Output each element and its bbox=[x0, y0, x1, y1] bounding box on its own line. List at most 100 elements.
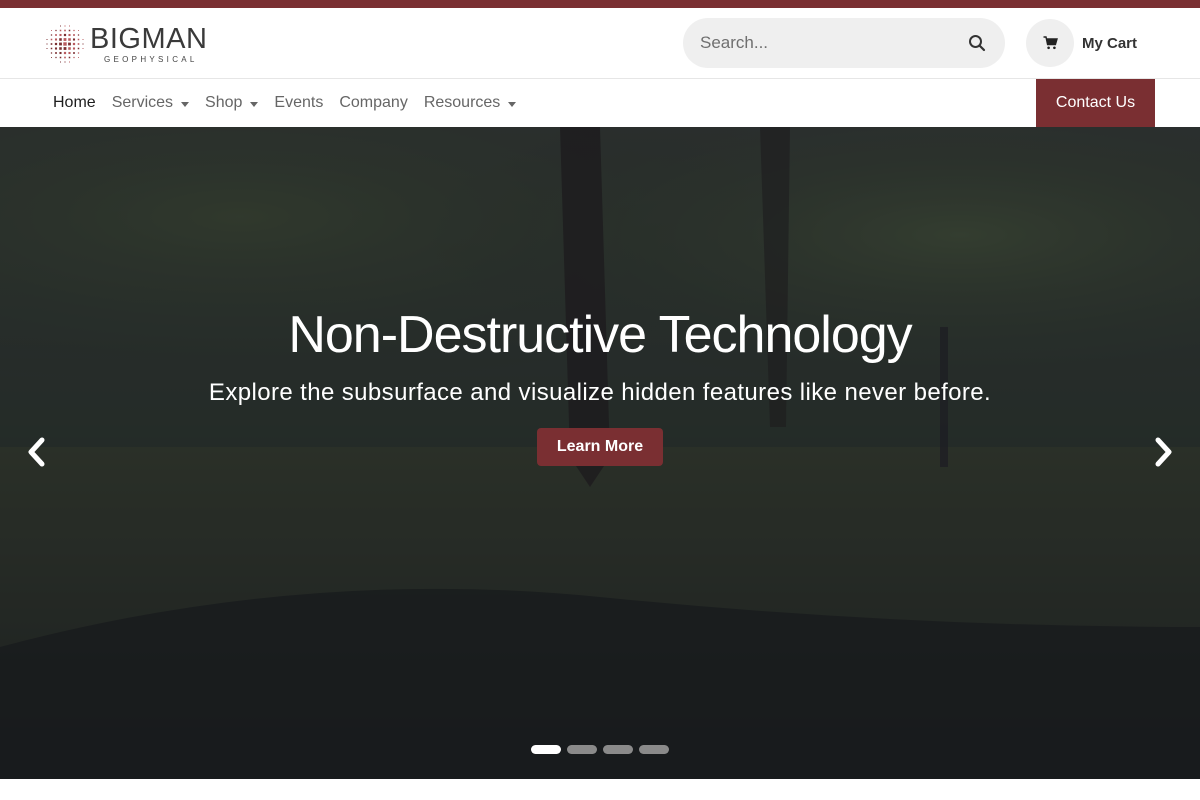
logo-dot bbox=[77, 52, 80, 54]
logo-dot bbox=[64, 61, 66, 63]
logo-dot bbox=[78, 57, 79, 58]
logo-dot bbox=[51, 30, 52, 31]
logo-dot bbox=[50, 38, 53, 41]
caret-down-icon bbox=[250, 101, 259, 107]
nav-item-resources[interactable]: Resources bbox=[416, 94, 524, 112]
logo-dot bbox=[55, 56, 57, 59]
logo-dot bbox=[68, 47, 71, 50]
contact-us-button[interactable]: Contact Us bbox=[1036, 79, 1155, 127]
hero-title: Non-Destructive Technology bbox=[288, 306, 912, 364]
carousel-indicator[interactable] bbox=[567, 745, 597, 754]
hero-carousel: Non-Destructive Technology Explore the s… bbox=[0, 127, 1200, 779]
logo-dot bbox=[68, 51, 71, 55]
logo-dot bbox=[77, 34, 80, 36]
carousel-prev-button[interactable] bbox=[22, 435, 52, 469]
chevron-right-icon bbox=[1155, 437, 1172, 467]
logo-dot bbox=[50, 52, 53, 54]
nav-item-events[interactable]: Events bbox=[266, 94, 331, 112]
nav-item-label: Resources bbox=[423, 94, 501, 111]
logo-dot bbox=[54, 47, 58, 50]
logo-dot bbox=[72, 47, 76, 50]
nav-item-services[interactable]: Services bbox=[104, 94, 197, 112]
logo-dot bbox=[63, 51, 67, 55]
dotted-globe-logo-icon bbox=[46, 25, 84, 63]
site-header: BIGMAN GEOPHYSICAL My Cart bbox=[0, 8, 1200, 79]
learn-more-button[interactable]: Learn More bbox=[537, 428, 663, 466]
logo-dot bbox=[63, 38, 67, 41]
nav-item-label: Company bbox=[339, 94, 408, 111]
caret-down-icon bbox=[181, 101, 190, 107]
search-input[interactable] bbox=[700, 33, 967, 53]
chevron-left-icon bbox=[28, 437, 45, 467]
logo-dot bbox=[63, 33, 67, 37]
logo-dot bbox=[55, 34, 57, 36]
logo[interactable]: BIGMAN GEOPHYSICAL bbox=[44, 22, 214, 66]
logo-dot bbox=[46, 48, 48, 49]
logo-text: BIGMAN GEOPHYSICAL bbox=[90, 22, 208, 64]
carousel-indicator[interactable] bbox=[531, 745, 561, 754]
main-navigation: Home Services Shop Events Company Resour… bbox=[0, 79, 1200, 127]
page-content-start bbox=[0, 779, 1200, 800]
logo-dot bbox=[73, 56, 75, 59]
logo-dot bbox=[68, 29, 71, 32]
logo-dot bbox=[50, 43, 53, 45]
logo-dot bbox=[68, 33, 71, 37]
logo-dot bbox=[72, 42, 76, 46]
logo-dot bbox=[59, 42, 62, 46]
logo-dot bbox=[54, 42, 58, 46]
logo-dot bbox=[77, 38, 80, 41]
carousel-indicator[interactable] bbox=[639, 745, 669, 754]
logo-dot bbox=[82, 43, 84, 45]
logo-dot bbox=[59, 47, 62, 50]
carousel-indicator[interactable] bbox=[603, 745, 633, 754]
search-icon[interactable] bbox=[967, 33, 987, 53]
nav-item-label: Events bbox=[274, 94, 324, 111]
nav-item-label: Shop bbox=[205, 94, 243, 111]
cart-link[interactable]: My Cart bbox=[1082, 35, 1137, 52]
logo-dot bbox=[60, 25, 61, 27]
logo-dot bbox=[77, 47, 80, 50]
nav-item-home[interactable]: Home bbox=[45, 94, 104, 112]
logo-dot bbox=[55, 29, 57, 32]
logo-dot bbox=[59, 56, 62, 59]
logo-dot bbox=[68, 56, 71, 59]
search-bar bbox=[683, 18, 1005, 68]
logo-dot bbox=[59, 33, 62, 37]
logo-dot bbox=[59, 38, 62, 41]
logo-dot bbox=[72, 38, 76, 41]
logo-dot bbox=[68, 38, 71, 41]
logo-dot bbox=[82, 48, 84, 49]
logo-dot bbox=[78, 30, 79, 31]
logo-subtitle: GEOPHYSICAL bbox=[104, 54, 198, 64]
cart-button[interactable] bbox=[1026, 19, 1074, 67]
hero-subtitle: Explore the subsurface and visualize hid… bbox=[208, 379, 992, 406]
nav-items: Home Services Shop Events Company Resour… bbox=[45, 79, 524, 127]
logo-dot bbox=[46, 39, 48, 40]
logo-dot bbox=[59, 29, 62, 32]
top-accent-strip bbox=[0, 0, 1200, 8]
logo-dot bbox=[63, 47, 67, 50]
logo-dot bbox=[51, 57, 52, 58]
logo-dot bbox=[55, 52, 57, 54]
logo-dot bbox=[77, 43, 80, 45]
logo-dot bbox=[73, 29, 75, 32]
logo-dot bbox=[50, 47, 53, 50]
logo-dot bbox=[50, 34, 53, 36]
logo-name: BIGMAN bbox=[90, 22, 208, 55]
logo-dot bbox=[64, 25, 66, 27]
logo-dot bbox=[60, 61, 61, 63]
nav-item-label: Services bbox=[111, 94, 174, 111]
caret-down-icon bbox=[508, 101, 517, 107]
nav-item-shop[interactable]: Shop bbox=[197, 94, 266, 112]
logo-dot bbox=[46, 43, 48, 45]
carousel-next-button[interactable] bbox=[1148, 435, 1178, 469]
nav-item-company[interactable]: Company bbox=[331, 94, 415, 112]
logo-dot bbox=[59, 51, 62, 55]
logo-dot bbox=[64, 29, 66, 32]
logo-dot bbox=[63, 42, 67, 46]
logo-dot bbox=[54, 38, 58, 41]
logo-dot bbox=[73, 34, 75, 36]
logo-dot bbox=[68, 42, 71, 46]
shopping-cart-icon bbox=[1043, 36, 1058, 50]
logo-dot bbox=[64, 56, 66, 59]
